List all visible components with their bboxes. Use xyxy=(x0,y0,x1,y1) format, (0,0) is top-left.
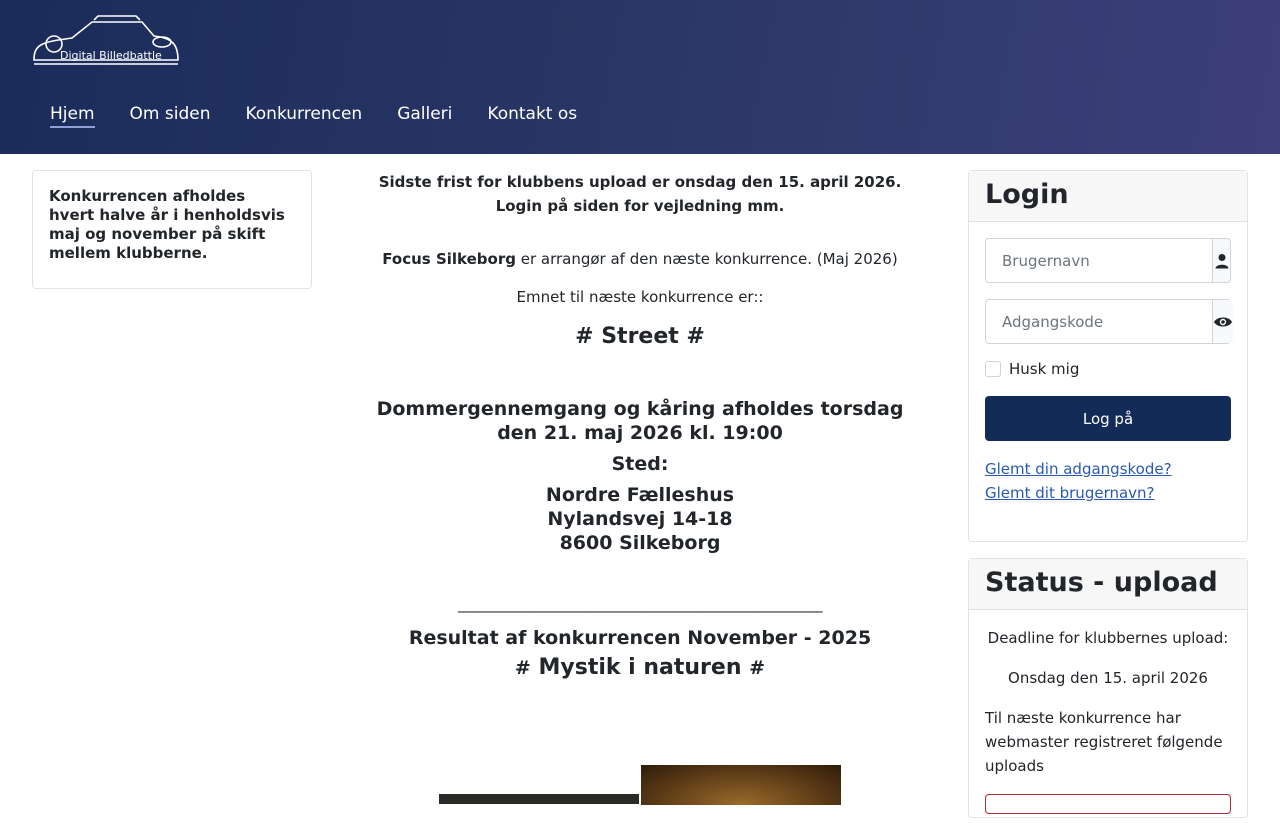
nav-item-kontakt-os[interactable]: Kontakt os xyxy=(487,104,577,128)
result-thumbnails xyxy=(439,765,841,805)
prev-topic-hash-1: # xyxy=(514,657,531,679)
nav-item-galleri[interactable]: Galleri xyxy=(397,104,452,128)
organizer-name: Focus Silkeborg xyxy=(382,250,516,268)
nav-item-om-siden[interactable]: Om siden xyxy=(130,104,211,128)
previous-topic: # Mystik i naturen # xyxy=(340,655,940,680)
remember-checkbox[interactable] xyxy=(985,361,1001,377)
login-title: Login xyxy=(969,171,1247,222)
info-card: Konkurrencen afholdes hvert halve år i h… xyxy=(32,170,312,289)
result-thumbnail-1[interactable] xyxy=(439,794,639,804)
logo-text: Digital Billedbattle xyxy=(60,49,162,62)
forgot-password-link[interactable]: Glemt din adgangskode? xyxy=(985,457,1231,481)
login-card: Login Husk mig Log på Glemt din adgangsk… xyxy=(968,170,1248,542)
username-field-group xyxy=(985,238,1231,283)
status-card: Status - upload Deadline for klubbernes … xyxy=(968,558,1248,818)
result-thumbnail-2[interactable] xyxy=(641,765,841,805)
organizer-rest: er arrangør af den næste konkurrence. (M… xyxy=(515,250,898,268)
organizer-text: Focus Silkeborg er arrangør af den næste… xyxy=(340,250,940,268)
status-deadline-label: Deadline for klubbernes upload: xyxy=(987,629,1229,647)
username-input[interactable] xyxy=(986,239,1212,282)
nav-item-konkurrencen[interactable]: Konkurrencen xyxy=(245,104,362,128)
site-logo[interactable]: Digital Billedbattle xyxy=(32,14,182,68)
password-field-group xyxy=(985,299,1233,344)
forgot-username-link[interactable]: Glemt dit brugernavn? xyxy=(985,481,1231,505)
address-line-2: Nylandsvej 14-18 xyxy=(547,508,733,530)
main-content: Sidste frist for klubbens upload er onsd… xyxy=(340,170,940,805)
address-line-3: 8600 Silkeborg xyxy=(559,532,721,554)
user-icon xyxy=(1212,239,1230,282)
judging-info: Dommergennemgang og kåring afholdes tors… xyxy=(376,398,904,444)
prev-topic-hash-2: # xyxy=(749,657,766,679)
login-button[interactable]: Log på xyxy=(985,396,1231,441)
eye-icon[interactable] xyxy=(1212,300,1233,343)
info-text-2: maj og november på skift mellem klubbern… xyxy=(49,225,266,262)
nav-item-hjem[interactable]: Hjem xyxy=(50,104,95,128)
deadline-line-1: Sidste frist for klubbens upload er onsd… xyxy=(378,173,902,191)
deadline-line-2: Login på siden for vejledning mm. xyxy=(495,197,785,215)
address-line-1: Nordre Fælleshus xyxy=(545,484,735,506)
topic-intro: Emnet til næste konkurrence er:: xyxy=(516,288,764,306)
site-header: Digital Billedbattle Hjem Om siden Konku… xyxy=(0,0,1280,154)
status-info: Til næste konkurrence har webmaster regi… xyxy=(985,709,1223,775)
results-title: Resultat af konkurrencen November - 2025 xyxy=(408,627,872,649)
divider-line: ________________________________________… xyxy=(458,595,823,613)
status-upload-box xyxy=(985,794,1231,814)
main-nav: Hjem Om siden Konkurrencen Galleri Konta… xyxy=(50,104,612,128)
venue-address: Nordre Fælleshus Nylandsvej 14-18 8600 S… xyxy=(340,483,940,555)
password-input[interactable] xyxy=(986,300,1212,343)
remember-label: Husk mig xyxy=(1009,360,1080,378)
prev-topic-text: Mystik i naturen xyxy=(530,655,750,680)
info-text-1: Konkurrencen afholdes hvert halve år i h… xyxy=(49,187,285,224)
venue-label: Sted: xyxy=(611,453,669,475)
status-title: Status - upload xyxy=(969,559,1247,610)
remember-me[interactable]: Husk mig xyxy=(985,360,1231,378)
status-deadline-date: Onsdag den 15. april 2026 xyxy=(1008,669,1208,687)
topic-title: # Street # xyxy=(575,324,705,349)
